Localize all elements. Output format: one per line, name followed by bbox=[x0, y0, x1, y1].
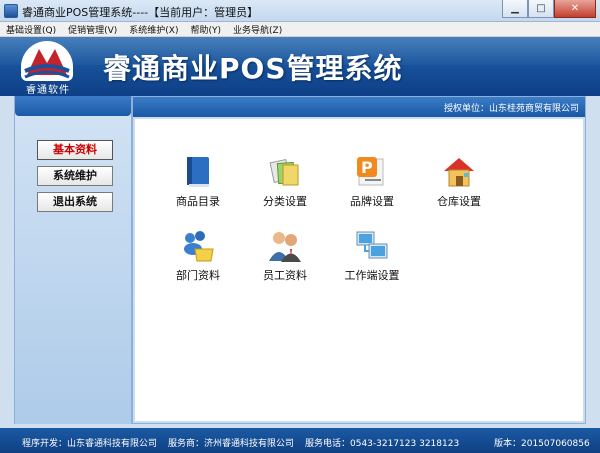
tile-warehouse-settings[interactable]: 仓库设置 bbox=[424, 155, 494, 219]
department-icon bbox=[181, 229, 215, 263]
licensed-company: 授权单位：山东桂苑商贸有限公司 bbox=[443, 104, 579, 114]
tile-label: 员工资料 bbox=[263, 269, 307, 282]
close-button[interactable]: ✕ bbox=[554, 0, 596, 18]
nav-system-maintenance-button[interactable]: 系统维护 bbox=[37, 166, 113, 186]
app-icon bbox=[4, 4, 18, 18]
window-controls: ▁ □ ✕ bbox=[502, 0, 596, 18]
maximize-button[interactable]: □ bbox=[528, 0, 554, 18]
warehouse-icon bbox=[442, 155, 476, 189]
status-phone: 服务电话：0543-3217123 3218123 bbox=[305, 439, 460, 449]
tile-employee-data[interactable]: 员工资料 bbox=[250, 229, 320, 293]
logo-mark-icon bbox=[21, 41, 73, 81]
tile-product-catalog[interactable]: 商品目录 bbox=[163, 155, 233, 219]
tile-workstation-settings[interactable]: 工作端设置 bbox=[337, 229, 407, 293]
minimize-button[interactable]: ▁ bbox=[502, 0, 528, 18]
tile-label: 商品目录 bbox=[176, 195, 220, 208]
maximize-icon: □ bbox=[536, 3, 546, 14]
status-service-provider: 服务商：济州睿通科技有限公司 bbox=[168, 439, 295, 449]
tile-department-data[interactable]: 部门资料 bbox=[163, 229, 233, 293]
left-nav-panel: 基本资料 系统维护 退出系统 bbox=[14, 96, 132, 424]
menu-help[interactable]: 帮助(Y) bbox=[185, 23, 228, 36]
tile-brand-settings[interactable]: P 品牌设置 bbox=[337, 155, 407, 219]
right-panel-header: 授权单位：山东桂苑商贸有限公司 bbox=[133, 97, 585, 117]
close-icon: ✕ bbox=[570, 3, 580, 14]
category-icon bbox=[268, 155, 302, 189]
nav-basic-data-button[interactable]: 基本资料 bbox=[37, 140, 113, 160]
menu-system-maintenance[interactable]: 系统维护(X) bbox=[123, 23, 184, 36]
right-panel: 授权单位：山东桂苑商贸有限公司 商品目录 分类设置 P 品牌设置 仓库设置 部门… bbox=[132, 96, 586, 424]
function-area: 商品目录 分类设置 P 品牌设置 仓库设置 部门资料 员工资料 工作端设置 bbox=[135, 119, 583, 421]
tile-label: 仓库设置 bbox=[437, 195, 481, 208]
book-icon bbox=[181, 155, 215, 189]
app-title: 睿通商业POS管理系统 bbox=[103, 52, 403, 85]
status-bar: 程序开发：山东睿通科技有限公司 服务商：济州睿通科技有限公司 服务电话：0543… bbox=[0, 428, 600, 453]
workstation-icon bbox=[355, 229, 389, 263]
window-title: 睿通商业POS管理系统----【当前用户：管理员】 bbox=[22, 6, 259, 19]
employee-icon bbox=[268, 229, 302, 263]
left-panel-header bbox=[15, 96, 131, 116]
logo: 睿通软件 bbox=[6, 41, 90, 96]
svg-text:P: P bbox=[361, 158, 373, 177]
status-version: 版本：201507060856 bbox=[494, 439, 590, 449]
menu-bar: 基础设置(Q) 促销管理(V) 系统维护(X) 帮助(Y) 业务导航(Z) bbox=[0, 22, 600, 37]
menu-promotion[interactable]: 促销管理(V) bbox=[62, 23, 123, 36]
tile-label: 品牌设置 bbox=[350, 195, 394, 208]
header-banner: 睿通软件 睿通商业POS管理系统 bbox=[0, 37, 600, 96]
title-bar: 睿通商业POS管理系统----【当前用户：管理员】 ▁ □ ✕ bbox=[0, 0, 600, 22]
nav-exit-button[interactable]: 退出系统 bbox=[37, 192, 113, 212]
brand-icon: P bbox=[355, 155, 389, 189]
logo-text: 睿通软件 bbox=[26, 85, 70, 96]
menu-basic-settings[interactable]: 基础设置(Q) bbox=[0, 23, 62, 36]
menu-business-navigation[interactable]: 业务导航(Z) bbox=[227, 23, 288, 36]
minimize-icon: ▁ bbox=[511, 3, 519, 14]
tile-label: 部门资料 bbox=[176, 269, 220, 282]
tile-category-settings[interactable]: 分类设置 bbox=[250, 155, 320, 219]
tile-label: 工作端设置 bbox=[344, 269, 400, 282]
tile-label: 分类设置 bbox=[263, 195, 307, 208]
status-developer: 程序开发：山东睿通科技有限公司 bbox=[22, 439, 158, 449]
